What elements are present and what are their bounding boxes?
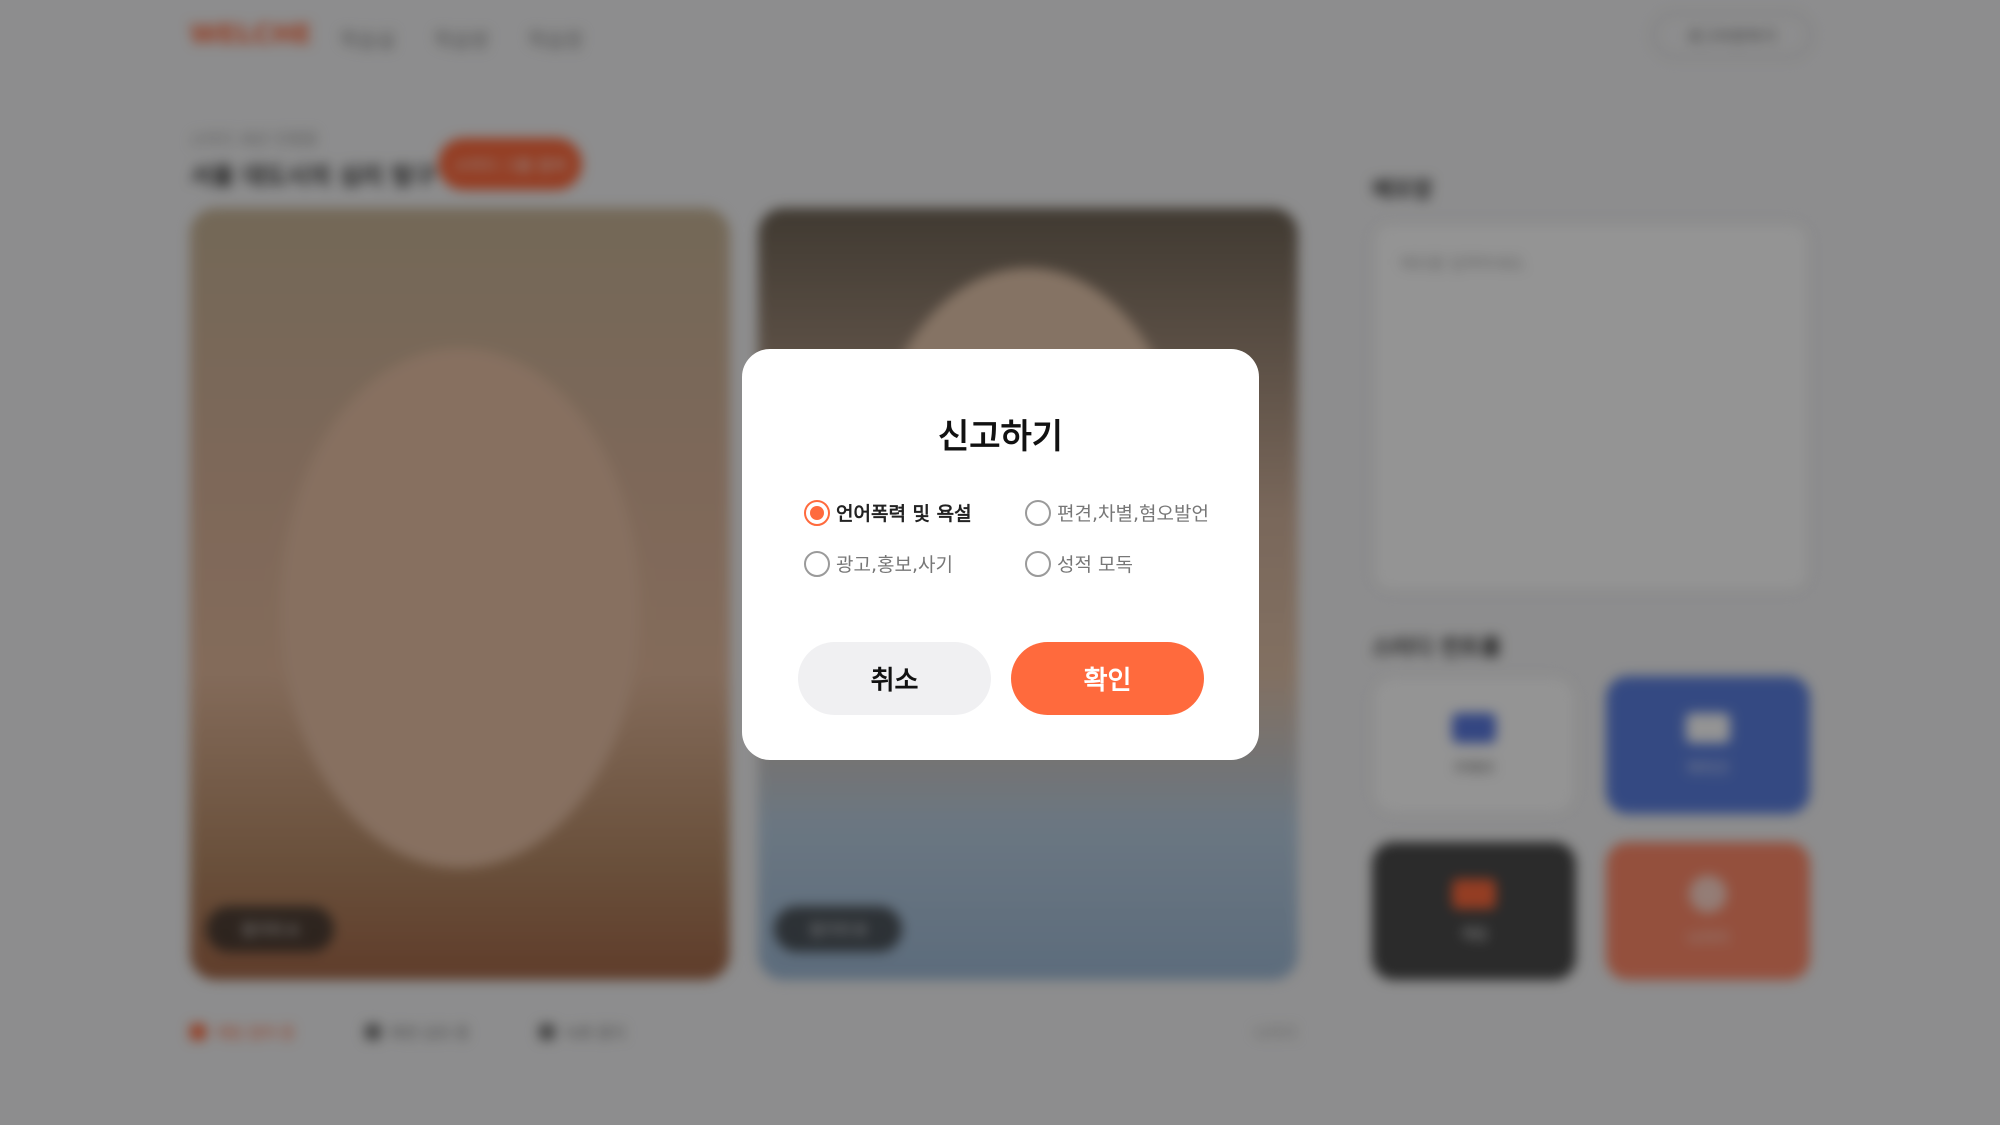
report-modal: 신고하기 언어폭력 및 욕설 편견,차별,혐오발언 광고,홍보,사기 성적 모독… — [742, 349, 1259, 760]
cancel-button[interactable]: 취소 — [798, 642, 991, 715]
report-option-advertising[interactable]: 광고,홍보,사기 — [804, 550, 953, 577]
option-label: 언어폭력 및 욕설 — [836, 503, 972, 525]
report-option-verbal-abuse[interactable]: 언어폭력 및 욕설 — [804, 499, 972, 526]
confirm-button[interactable]: 확인 — [1011, 642, 1204, 715]
option-label: 편견,차별,혐오발언 — [1057, 503, 1209, 525]
report-option-sexual-insult[interactable]: 성적 모독 — [1025, 550, 1133, 577]
modal-title: 신고하기 — [937, 417, 1064, 457]
option-label: 성적 모독 — [1057, 554, 1133, 576]
option-label: 광고,홍보,사기 — [836, 554, 953, 576]
radio-unchecked-icon[interactable] — [1025, 499, 1051, 526]
report-option-discrimination[interactable]: 편견,차별,혐오발언 — [1025, 499, 1209, 526]
radio-checked-icon[interactable] — [804, 499, 830, 526]
radio-unchecked-icon[interactable] — [1025, 550, 1051, 577]
radio-unchecked-icon[interactable] — [804, 550, 830, 577]
